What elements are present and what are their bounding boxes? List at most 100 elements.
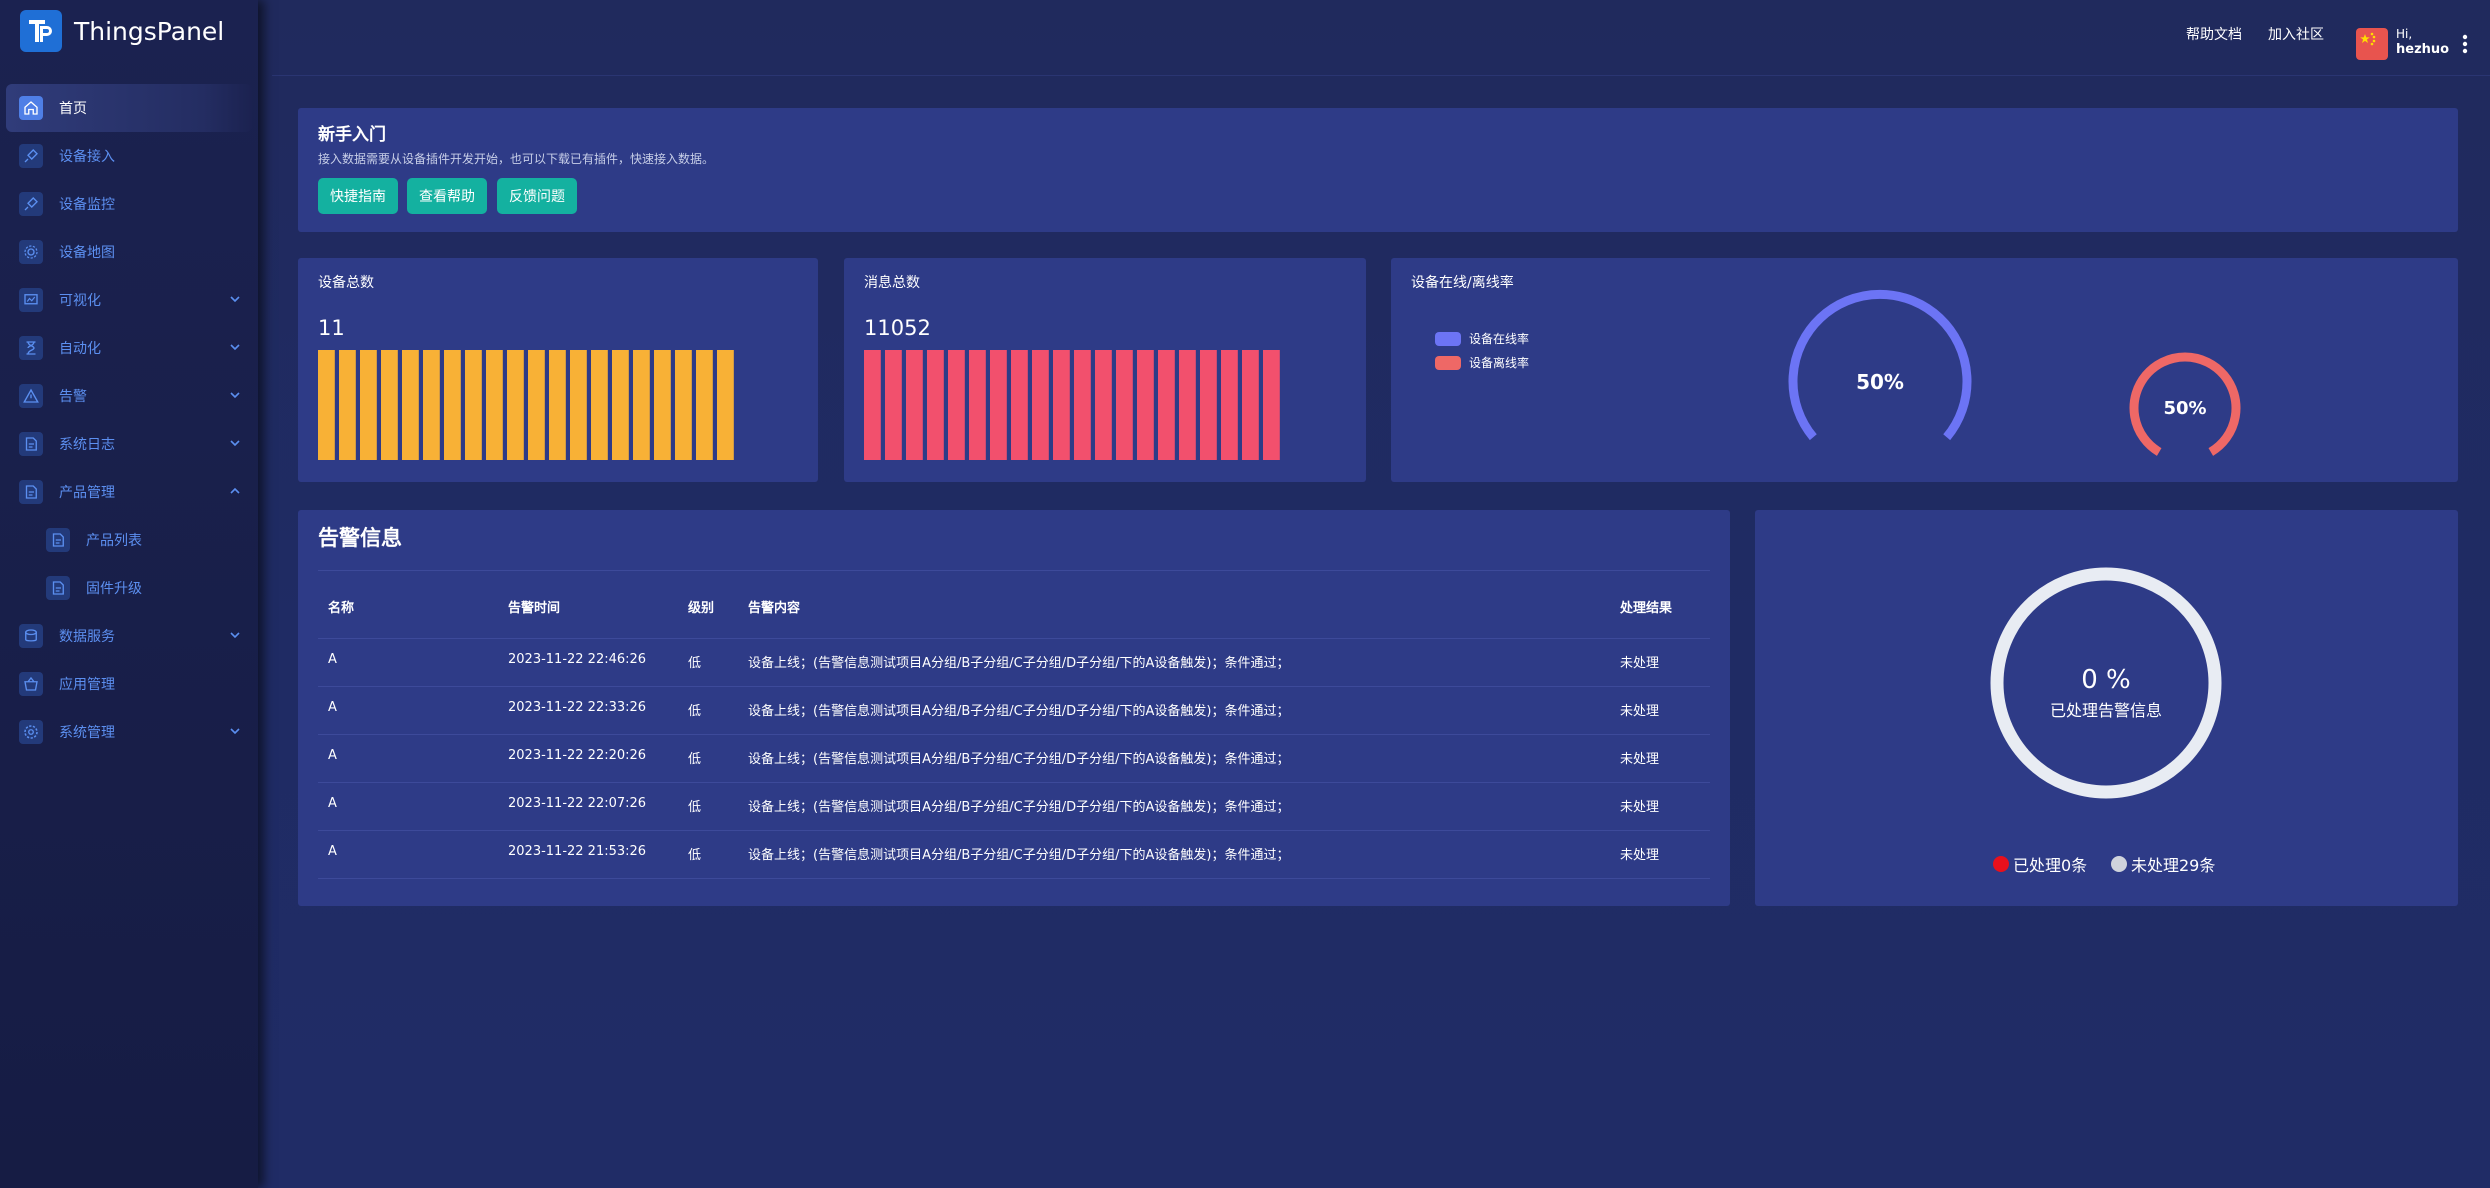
- sidebar-item-label: 设备地图: [59, 245, 115, 261]
- device-total-value: 11: [318, 316, 345, 340]
- product-list-icon: [46, 528, 70, 552]
- bar-segment: [1242, 350, 1259, 460]
- sidebar-item-13[interactable]: 系统管理: [6, 708, 252, 756]
- sidebar-item-3[interactable]: 设备地图: [6, 228, 252, 276]
- sidebar-item-label: 系统管理: [59, 725, 115, 741]
- bar-segment: [549, 350, 566, 460]
- bar-segment: [675, 350, 692, 460]
- sidebar-item-label: 应用管理: [59, 677, 115, 693]
- china-flag-icon[interactable]: [2356, 28, 2388, 60]
- thingspanel-logo-icon: [20, 10, 62, 52]
- greeting-text: Hi,: [2396, 27, 2413, 41]
- sidebar-item-1[interactable]: 设备接入: [6, 132, 252, 180]
- sidebar-item-label: 可视化: [59, 293, 101, 309]
- table-row-divider: [318, 782, 1710, 783]
- online-gauge-arc: [1788, 289, 1972, 441]
- table-cell-col-time: 2023-11-22 22:20:26: [508, 748, 647, 763]
- table-header-col-result: 处理结果: [1620, 601, 1673, 616]
- sidebar-item-label: 系统日志: [59, 437, 115, 453]
- sidebar-item-0[interactable]: 首页: [6, 84, 252, 132]
- table-row-divider: [318, 686, 1710, 687]
- sidebar-item-9[interactable]: 产品列表: [6, 516, 252, 564]
- table-cell-col-level: 低: [688, 848, 702, 863]
- automation-icon: [19, 336, 43, 360]
- sidebar-item-8[interactable]: 产品管理: [6, 468, 252, 516]
- quick-guide-button[interactable]: 快捷指南: [318, 178, 398, 214]
- guide-title: 新手入门: [318, 125, 386, 145]
- sidebar-item-11[interactable]: 数据服务: [6, 612, 252, 660]
- table-cell-col-time: 2023-11-22 21:53:26: [508, 844, 647, 859]
- sidebar-item-5[interactable]: 自动化: [6, 324, 252, 372]
- message-total-card: 消息总数 11052: [844, 258, 1366, 482]
- table-cell-col-level: 低: [688, 800, 702, 815]
- logo[interactable]: ThingsPanel: [20, 10, 224, 52]
- legend-online-label: 设备在线率: [1469, 332, 1530, 346]
- table-cell-col-name: A: [328, 796, 337, 811]
- bar-segment: [885, 350, 902, 460]
- table-cell-col-name: A: [328, 700, 337, 715]
- view-help-button[interactable]: 查看帮助: [407, 178, 487, 214]
- sidebar-item-6[interactable]: 告警: [6, 372, 252, 420]
- sidebar-item-12[interactable]: 应用管理: [6, 660, 252, 708]
- processed-alerts-card: 0 % 已处理告警信息 已处理0条 未处理29条: [1755, 510, 2458, 906]
- bar-segment: [528, 350, 545, 460]
- bar-segment: [339, 350, 356, 460]
- guide-description: 接入数据需要从设备插件开发开始，也可以下载已有插件，快速接入数据。: [318, 152, 715, 166]
- bar-segment: [612, 350, 629, 460]
- help-docs-link[interactable]: 帮助文档: [2186, 24, 2242, 44]
- bar-segment: [444, 350, 461, 460]
- sidebar-item-label: 数据服务: [59, 629, 115, 645]
- join-community-link[interactable]: 加入社区: [2268, 24, 2324, 44]
- table-cell-col-result: 未处理: [1620, 848, 1660, 863]
- bar-segment: [1158, 350, 1175, 460]
- online-rate-title: 设备在线/离线率: [1411, 275, 1514, 291]
- feedback-button[interactable]: 反馈问题: [497, 178, 577, 214]
- table-row-divider: [318, 878, 1710, 879]
- bar-segment: [696, 350, 713, 460]
- more-options-icon[interactable]: [2462, 34, 2468, 54]
- map-icon: [19, 240, 43, 264]
- firmware-icon: [46, 576, 70, 600]
- bar-segment: [948, 350, 965, 460]
- table-cell-col-content: 设备上线；(告警信息测试项目A分组/B子分组/C子分组/D子分组/下的A设备触发…: [748, 656, 1290, 671]
- table-cell-col-name: A: [328, 652, 337, 667]
- table-cell-col-content: 设备上线；(告警信息测试项目A分组/B子分组/C子分组/D子分组/下的A设备触发…: [748, 704, 1290, 719]
- bar-segment: [717, 350, 734, 460]
- chevron-down-icon: [228, 435, 242, 449]
- bar-segment: [654, 350, 671, 460]
- legend-unprocessed-dot: [2111, 856, 2127, 872]
- alerts-divider: [318, 570, 1710, 571]
- bar-segment: [1263, 350, 1280, 460]
- legend-offline-label: 设备离线率: [1469, 356, 1530, 370]
- top-header: [272, 12, 2490, 76]
- sidebar-item-label: 产品列表: [86, 533, 142, 549]
- sidebar-item-7[interactable]: 系统日志: [6, 420, 252, 468]
- table-cell-col-level: 低: [688, 704, 702, 719]
- chevron-down-icon: [228, 723, 242, 737]
- legend-offline[interactable]: 设备离线率: [1435, 354, 1529, 371]
- legend-unprocessed-label: 未处理29条: [2131, 856, 2216, 875]
- table-cell-col-time: 2023-11-22 22:33:26: [508, 700, 647, 715]
- table-cell-col-time: 2023-11-22 22:46:26: [508, 652, 647, 667]
- table-cell-col-result: 未处理: [1620, 656, 1660, 671]
- processed-donut: 0 % 已处理告警信息: [1990, 567, 2222, 799]
- legend-unprocessed[interactable]: 未处理29条: [2111, 852, 2215, 876]
- table-cell-col-content: 设备上线；(告警信息测试项目A分组/B子分组/C子分组/D子分组/下的A设备触发…: [748, 800, 1290, 815]
- legend-online[interactable]: 设备在线率: [1435, 330, 1529, 347]
- device-total-title: 设备总数: [318, 275, 374, 291]
- bar-segment: [360, 350, 377, 460]
- sidebar-item-10[interactable]: 固件升级: [6, 564, 252, 612]
- sidebar-item-2[interactable]: 设备监控: [6, 180, 252, 228]
- table-cell-col-content: 设备上线；(告警信息测试项目A分组/B子分组/C子分组/D子分组/下的A设备触发…: [748, 848, 1290, 863]
- sidebar-item-4[interactable]: 可视化: [6, 276, 252, 324]
- legend-processed[interactable]: 已处理0条: [1993, 852, 2087, 876]
- bar-segment: [633, 350, 650, 460]
- alerts-card: 告警信息 名称 告警时间 级别 告警内容 处理结果 A 2023-11-22 22:46:2…: [298, 510, 1730, 906]
- table-cell-col-name: A: [328, 748, 337, 763]
- bar-segment: [927, 350, 944, 460]
- legend-offline-swatch: [1435, 355, 1461, 370]
- offline-gauge: 50%: [2129, 352, 2241, 456]
- table-cell-col-result: 未处理: [1620, 800, 1660, 815]
- user-greeting[interactable]: Hi, hezhuo: [2396, 26, 2449, 58]
- home-icon: [19, 96, 43, 120]
